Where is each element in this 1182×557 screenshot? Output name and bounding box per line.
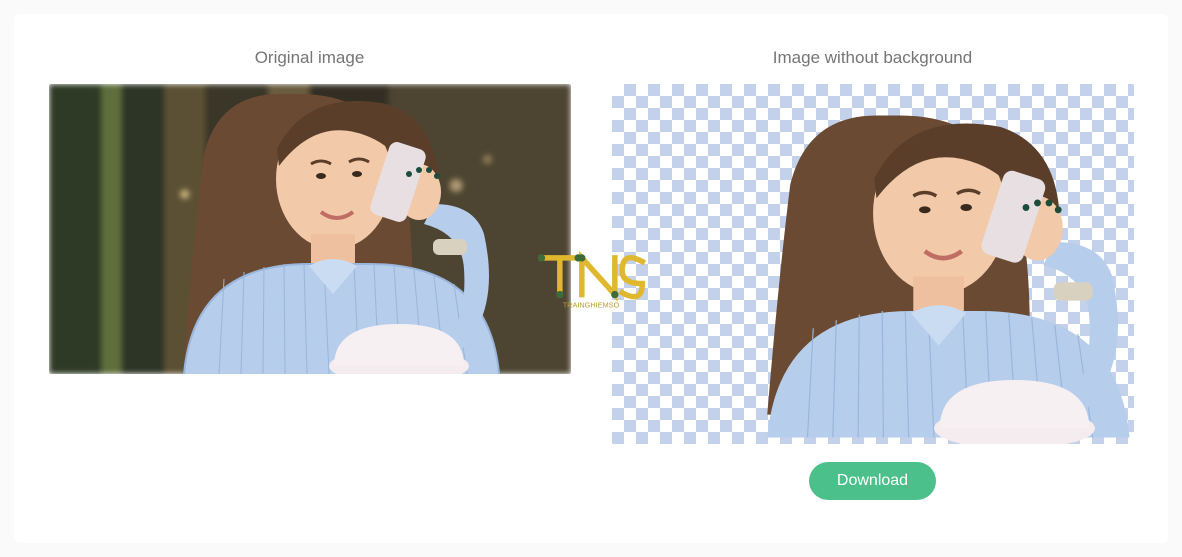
result-label: Image without background bbox=[773, 48, 972, 68]
result-column: Image without background bbox=[611, 48, 1134, 500]
result-card: Original image bbox=[14, 14, 1168, 543]
subject-illustration bbox=[49, 84, 571, 374]
result-image bbox=[612, 84, 1134, 444]
comparison-row: Original image bbox=[48, 48, 1134, 500]
original-image bbox=[49, 84, 571, 374]
original-label: Original image bbox=[255, 48, 365, 68]
download-button[interactable]: Download bbox=[809, 462, 936, 500]
original-column: Original image bbox=[48, 48, 571, 500]
subject-cutout-illustration bbox=[612, 84, 1134, 444]
